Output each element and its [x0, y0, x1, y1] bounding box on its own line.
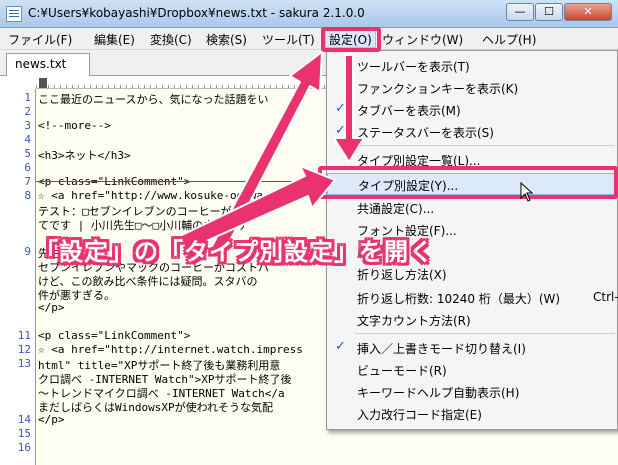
settings-menu-item-label: ツールバーを表示(T) [357, 60, 470, 74]
settings-menu-item-label: キーワードヘルプ自動表示(H) [357, 386, 520, 400]
tab-news-txt[interactable]: news.txt [6, 53, 90, 76]
line-number: 8 [24, 189, 31, 202]
editor-line: てです | 小川先生□～□小川輔のウェブサ [38, 219, 248, 232]
menu-separator [355, 333, 615, 334]
settings-menu-item-label: タブバーを表示(M) [357, 104, 461, 118]
editor-line: <h3>ネット</h3> [38, 149, 131, 162]
line-number: 9 [24, 245, 31, 258]
editor-line: ☆ <a href="http://www.kosuke-ogawa.com/ [38, 189, 297, 202]
instruction-banner: 「設定」の「タイプ別設定」を開く [34, 238, 434, 266]
settings-menu-item[interactable]: ビューモード(R) [327, 359, 617, 381]
menu-search[interactable]: 検索(S) [206, 31, 247, 48]
cursor-line-underline [36, 181, 336, 182]
menu-tools[interactable]: ツール(T) [262, 31, 315, 48]
settings-menu-item-label: 折り返し方法(X) [357, 268, 447, 282]
highlight-type-settings-item [318, 166, 618, 199]
line-number: 6 [24, 161, 31, 174]
editor-line: <p class="LinkComment"> [38, 329, 191, 342]
notepad-icon [6, 6, 22, 22]
editor-line: <!--more--> [38, 119, 111, 132]
settings-menu-item-label: ビューモード(R) [357, 364, 447, 378]
menu-window[interactable]: ウィンドウ(W) [382, 31, 463, 48]
settings-menu-item[interactable]: 折り返し桁数: 10240 桁（最大）(W) Ctrl- [327, 287, 618, 309]
menu-separator [355, 145, 615, 146]
menu-bar: ファイル(F) 編集(E) 変換(C) 検索(S) ツール(T) 設定(O) ウ… [0, 28, 618, 50]
mouse-pointer-icon [520, 182, 534, 202]
settings-menu-item-label: ファンクションキーを表示(K) [357, 82, 519, 96]
settings-menu-item[interactable]: ファンクションキーを表示(K) [327, 77, 617, 99]
menu-edit[interactable]: 編集(E) [94, 31, 135, 48]
settings-menu-item-label: 挿入／上書きモード切り替え(I) [357, 342, 526, 356]
close-button[interactable]: ✕ [564, 3, 612, 21]
line-number: 5 [24, 147, 31, 160]
settings-menu-item-shortcut: Ctrl- [593, 290, 618, 304]
editor-line: ここ最近のニュースから、気になった話題をい [38, 93, 269, 106]
highlight-settings-menu [321, 27, 381, 52]
settings-menu-item-label: 折り返し桁数: 10240 桁（最大）(W) [357, 292, 561, 306]
line-number: 1 [24, 91, 31, 104]
line-number: 14 [17, 413, 31, 426]
line-number: 15 [17, 427, 31, 440]
line-number-gutter: 1 2 3 4 5 6 7 8 9 11 12 13 14 15 16 [0, 89, 36, 465]
editor-line: </p> [38, 413, 65, 426]
settings-menu-item-label: 文字カウント方法(R) [357, 314, 471, 328]
maximize-button[interactable]: ☐ [535, 3, 563, 21]
ruler-cursor-marker [39, 78, 47, 88]
settings-menu-item-label: 入力改行コード指定(E) [357, 408, 482, 422]
editor-line: </p> [38, 301, 65, 314]
editor-line: ☆ <a href="http://internet.watch.impress [38, 343, 303, 356]
settings-menu-item-label: 共通設定(C)... [357, 202, 435, 216]
window-title: C:¥Users¥kobayashi¥Dropbox¥news.txt - sa… [28, 6, 365, 20]
line-number: 16 [17, 441, 31, 454]
title-bar: C:¥Users¥kobayashi¥Dropbox¥news.txt - sa… [0, 0, 618, 28]
settings-menu-item[interactable]: ツールバーを表示(T) [327, 55, 617, 77]
settings-menu-item[interactable]: キーワードヘルプ自動表示(H) [327, 381, 617, 403]
settings-menu-item[interactable]: ✓ タブバーを表示(M) [327, 99, 617, 121]
menu-file[interactable]: ファイル(F) [8, 31, 72, 48]
line-number: 12 [17, 343, 31, 356]
minimize-button[interactable]: — [506, 3, 534, 21]
checkmark-icon: ✓ [335, 123, 346, 138]
settings-menu-item[interactable]: ✓ 挿入／上書きモード切り替え(I) [327, 337, 617, 359]
settings-menu-item[interactable]: ✓ ステータスバーを表示(S) [327, 121, 617, 143]
menu-help[interactable]: ヘルプ(H) [482, 31, 536, 48]
settings-menu-item[interactable]: 文字カウント方法(R) [327, 309, 617, 331]
checkmark-icon: ✓ [335, 101, 346, 116]
editor-line: まだしばらくはWindowsXPが使われそうな気配 [38, 401, 274, 414]
line-number: 2 [24, 105, 31, 118]
checkmark-icon: ✓ [335, 339, 346, 354]
settings-menu-item[interactable]: 入力改行コード指定(E) [327, 403, 617, 425]
settings-menu-item[interactable]: 共通設定(C)... [327, 197, 617, 219]
line-number: 3 [24, 119, 31, 132]
menu-convert[interactable]: 変換(C) [150, 31, 192, 48]
line-number: 7 [24, 175, 31, 188]
line-number: 4 [24, 133, 31, 146]
settings-menu-item-label: ステータスバーを表示(S) [357, 126, 494, 140]
line-number: 11 [17, 329, 31, 342]
line-number: 13 [17, 357, 31, 370]
